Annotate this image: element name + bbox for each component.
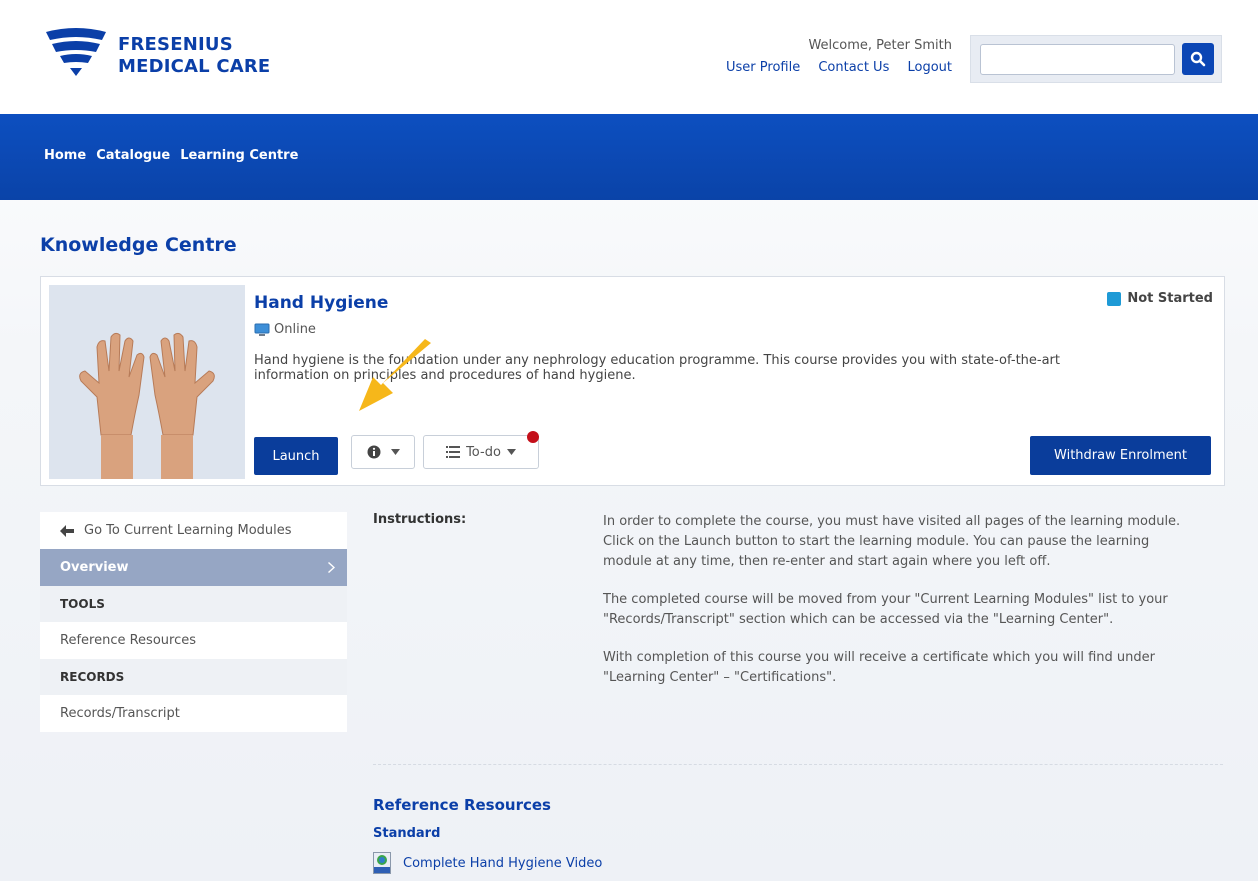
instructions-label: Instructions: [373, 512, 467, 527]
todo-dropdown-button[interactable]: To-do [423, 435, 539, 469]
chevron-right-icon [328, 562, 335, 573]
sidebar-item-label: Overview [60, 560, 129, 575]
sidebar-item-overview[interactable]: Overview [40, 549, 347, 586]
status-indicator-icon [1107, 291, 1122, 306]
nav-item-catalogue[interactable]: Catalogue [96, 148, 170, 163]
reference-item[interactable]: Complete Hand Hygiene Video [373, 852, 602, 874]
pointer-arrow-icon [359, 339, 431, 411]
course-title[interactable]: Hand Hygiene [254, 293, 388, 313]
site-header: FRESENIUS MEDICAL CARE Welcome, Peter Sm… [0, 0, 1258, 114]
instructions-paragraph: The completed course will be moved from … [603, 592, 1168, 627]
delivery-label: Online [274, 322, 316, 337]
search-button[interactable] [1182, 43, 1214, 75]
notification-dot [527, 431, 539, 443]
delivery-type: Online [254, 322, 316, 337]
info-dropdown-button[interactable] [351, 435, 415, 469]
sidebar-heading-tools: TOOLS [40, 586, 347, 622]
html-file-icon [373, 852, 391, 874]
reference-category: Standard [373, 826, 441, 841]
back-label: Go To Current Learning Modules [84, 523, 292, 538]
sidebar-item-reference-resources[interactable]: Reference Resources [40, 622, 347, 659]
arrow-left-icon [60, 524, 74, 537]
todo-label: To-do [466, 444, 501, 460]
reference-link[interactable]: Complete Hand Hygiene Video [403, 856, 602, 871]
hands-image [79, 332, 215, 479]
search-icon [1190, 51, 1206, 67]
back-to-modules-link[interactable]: Go To Current Learning Modules [40, 512, 347, 549]
search-input[interactable] [980, 44, 1175, 75]
contact-us-link[interactable]: Contact Us [818, 60, 889, 75]
list-icon [446, 446, 461, 458]
course-card: Hand Hygiene Online Hand hygiene is the … [40, 276, 1225, 486]
section-divider [373, 764, 1223, 765]
brand-logo[interactable]: FRESENIUS MEDICAL CARE [44, 26, 284, 82]
course-sidebar: Go To Current Learning Modules Overview … [40, 512, 347, 732]
welcome-text: Welcome, Peter Smith [808, 38, 952, 53]
instructions-paragraph: With completion of this course you will … [603, 650, 1156, 685]
chevron-down-icon [506, 449, 516, 455]
brand-line-1: FRESENIUS [118, 34, 233, 55]
instructions-body: In order to complete the course, you mus… [603, 512, 1193, 706]
page-title: Knowledge Centre [40, 234, 237, 256]
course-thumbnail [49, 285, 245, 479]
instructions-paragraph: In order to complete the course, you mus… [603, 514, 1181, 569]
info-icon [367, 445, 380, 459]
monitor-icon [254, 323, 270, 336]
nav-item-learning-centre[interactable]: Learning Centre [180, 148, 298, 163]
logout-link[interactable]: Logout [907, 60, 952, 75]
reference-resources-title: Reference Resources [373, 796, 551, 814]
chevron-down-icon [390, 449, 400, 455]
top-links: User Profile Contact Us Logout [712, 60, 952, 75]
main-nav: Home Catalogue Learning Centre [44, 148, 298, 163]
status-label: Not Started [1127, 291, 1213, 306]
nav-item-home[interactable]: Home [44, 148, 86, 163]
status-badge: Not Started [1107, 291, 1213, 306]
brand-name: FRESENIUS MEDICAL CARE [118, 34, 270, 78]
user-profile-link[interactable]: User Profile [726, 60, 800, 75]
launch-button[interactable]: Launch [254, 437, 338, 475]
logo-mark-icon [46, 28, 106, 76]
sidebar-item-records-transcript[interactable]: Records/Transcript [40, 695, 347, 732]
main-nav-bar: Home Catalogue Learning Centre [0, 114, 1258, 200]
withdraw-enrolment-button[interactable]: Withdraw Enrolment [1030, 436, 1211, 475]
sidebar-heading-records: RECORDS [40, 659, 347, 695]
search-container [970, 35, 1222, 83]
brand-line-2: MEDICAL CARE [118, 56, 271, 77]
